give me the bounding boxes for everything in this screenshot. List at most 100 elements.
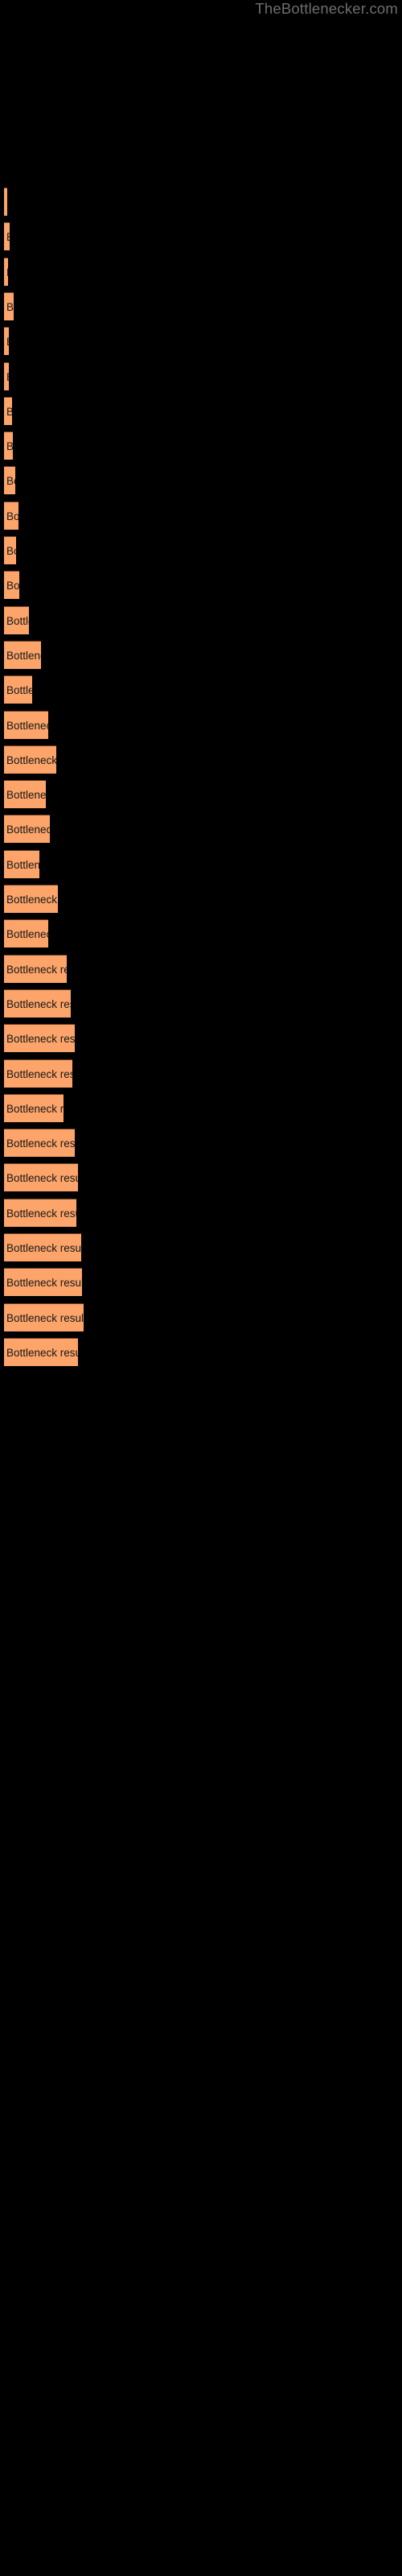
bar[interactable]: Bottleneck result bbox=[4, 571, 19, 600]
bar-row: Bottleneck result bbox=[0, 1163, 402, 1192]
bar-row: Bottleneck result bbox=[0, 885, 402, 914]
bar[interactable]: Bottleneck result bbox=[4, 431, 13, 460]
bar[interactable]: Bottleneck result bbox=[4, 361, 9, 390]
bar-label: Bottleneck result bbox=[6, 824, 50, 836]
bar-row: Bottleneck result bbox=[0, 919, 402, 948]
bar-row: Bottleneck result bbox=[0, 815, 402, 844]
bar[interactable]: Bottleneck result bbox=[4, 1129, 75, 1158]
bar-label: Bottleneck result bbox=[6, 1207, 76, 1220]
bar-label: Bottleneck result bbox=[6, 1172, 78, 1185]
bar-row: Bottleneck result bbox=[0, 989, 402, 1018]
bar-row: Bottleneck result bbox=[0, 396, 402, 426]
bar[interactable]: Bottleneck result bbox=[4, 536, 16, 564]
bar[interactable]: Bottleneck result bbox=[4, 1198, 76, 1227]
bar[interactable]: Bottleneck result bbox=[4, 710, 48, 739]
bar[interactable]: Bottleneck result bbox=[4, 327, 9, 356]
bar-row: Bottleneck result bbox=[0, 222, 402, 251]
bar-row: Bottleneck result bbox=[0, 431, 402, 460]
bar-row: Bottleneck result bbox=[0, 1129, 402, 1158]
bar-label: Bottleneck result bbox=[6, 684, 32, 697]
bar[interactable]: Bottleneck result bbox=[4, 675, 32, 704]
bar-label: Bottleneck result bbox=[6, 545, 16, 557]
bar-row: Bottleneck result bbox=[0, 1302, 402, 1332]
bar-row: Bottleneck result bbox=[0, 954, 402, 984]
bar-label: Bottleneck result bbox=[6, 1311, 84, 1324]
bar[interactable]: Bottleneck result bbox=[4, 1024, 75, 1053]
bar-row: Bottleneck result bbox=[0, 710, 402, 740]
bar-label: Bottleneck result bbox=[6, 719, 48, 732]
bar[interactable]: Bottleneck result bbox=[4, 466, 15, 495]
bar-row: Bottleneck result bbox=[0, 361, 402, 391]
bar-label: Bottleneck result bbox=[6, 1346, 78, 1359]
bar[interactable]: Bottleneck result bbox=[4, 780, 46, 809]
bar-label: Bottleneck result bbox=[6, 258, 8, 286]
bar[interactable]: Bottleneck result bbox=[4, 1302, 84, 1331]
bar-label: Bottleneck result bbox=[6, 1102, 64, 1115]
bar-row: Bottleneck result bbox=[0, 257, 402, 287]
bar-label: Bottleneck result bbox=[6, 1067, 72, 1080]
bar-label: Bottleneck result bbox=[6, 398, 12, 425]
bar-row: Bottleneck result bbox=[0, 1233, 402, 1262]
bar-label: Bottleneck result bbox=[6, 580, 19, 592]
bar[interactable]: Bottleneck result bbox=[4, 501, 18, 530]
bar-label: Bottleneck result bbox=[6, 649, 41, 662]
bar-label: Bottleneck result bbox=[6, 789, 46, 802]
bar-row: Bottleneck result bbox=[0, 1198, 402, 1228]
bar-row: Bottleneck result bbox=[0, 1059, 402, 1088]
bar-row: Bottleneck result bbox=[0, 745, 402, 774]
bar[interactable]: Bottleneck result bbox=[4, 989, 71, 1018]
bar-row: Bottleneck result bbox=[0, 327, 402, 356]
bar[interactable]: Bottleneck result bbox=[4, 885, 58, 913]
bar-row: Bottleneck result bbox=[0, 640, 402, 670]
bar-label: Bottleneck result bbox=[6, 1242, 81, 1254]
bar-label: Bottleneck result bbox=[6, 928, 48, 941]
bar[interactable]: Bottleneck result bbox=[4, 1163, 78, 1192]
bar[interactable]: Bottleneck result bbox=[4, 605, 29, 634]
bar-row: Bottleneck result bbox=[0, 675, 402, 704]
bar[interactable]: Bottleneck result bbox=[4, 1233, 81, 1261]
bar-row: Bottleneck result bbox=[0, 605, 402, 635]
bar-label: Bottleneck result bbox=[6, 475, 15, 488]
bar-label: Bottleneck result bbox=[6, 432, 13, 460]
bar-row: Bottleneck result bbox=[0, 466, 402, 495]
horizontal-bar-chart: Bottleneck result Bottleneck result Bottle… bbox=[0, 0, 402, 2576]
bar-row: Bottleneck result bbox=[0, 849, 402, 879]
bar-label: Bottleneck result bbox=[6, 188, 7, 216]
bar-label: Bottleneck result bbox=[6, 753, 56, 766]
bar[interactable]: Bottleneck result bbox=[4, 396, 12, 425]
bar-label: Bottleneck result bbox=[6, 614, 29, 627]
bar[interactable]: Bottleneck result bbox=[4, 222, 10, 251]
bar[interactable]: Bottleneck result bbox=[4, 640, 41, 669]
bar-label: Bottleneck result bbox=[6, 328, 9, 355]
bar-row: Bottleneck result bbox=[0, 188, 402, 217]
bar[interactable]: Bottleneck result bbox=[4, 257, 8, 286]
bar[interactable]: Bottleneck result bbox=[4, 1093, 64, 1122]
bar[interactable]: Bottleneck result bbox=[4, 954, 67, 983]
bar-label: Bottleneck result bbox=[6, 997, 71, 1010]
bar-label: Bottleneck result bbox=[6, 1033, 75, 1046]
bar[interactable]: Bottleneck result bbox=[4, 1337, 78, 1366]
bar-row: Bottleneck result bbox=[0, 1024, 402, 1053]
bar-row: Bottleneck result bbox=[0, 501, 402, 530]
bar[interactable]: Bottleneck result bbox=[4, 1268, 82, 1297]
bar-label: Bottleneck result bbox=[6, 300, 14, 313]
bar[interactable]: Bottleneck result bbox=[4, 919, 48, 948]
bar[interactable]: Bottleneck result bbox=[4, 1059, 72, 1088]
bar-label: Bottleneck result bbox=[6, 858, 39, 871]
bar[interactable]: Bottleneck result bbox=[4, 745, 56, 774]
bar[interactable]: Bottleneck result bbox=[4, 188, 7, 216]
bar-row: Bottleneck result bbox=[0, 1337, 402, 1367]
bar-row: Bottleneck result bbox=[0, 1093, 402, 1123]
bar-label: Bottleneck result bbox=[6, 510, 18, 522]
bar-label: Bottleneck result bbox=[6, 1277, 82, 1290]
bar-label: Bottleneck result bbox=[6, 963, 67, 976]
bar[interactable]: Bottleneck result bbox=[4, 291, 14, 320]
bar-row: Bottleneck result bbox=[0, 1268, 402, 1297]
bar-label: Bottleneck result bbox=[6, 894, 58, 906]
bar-row: Bottleneck result bbox=[0, 571, 402, 600]
bar-label: Bottleneck result bbox=[6, 363, 9, 390]
bar-row: Bottleneck result bbox=[0, 536, 402, 565]
bar[interactable]: Bottleneck result bbox=[4, 815, 50, 844]
bar[interactable]: Bottleneck result bbox=[4, 849, 39, 878]
bar-row: Bottleneck result bbox=[0, 291, 402, 321]
